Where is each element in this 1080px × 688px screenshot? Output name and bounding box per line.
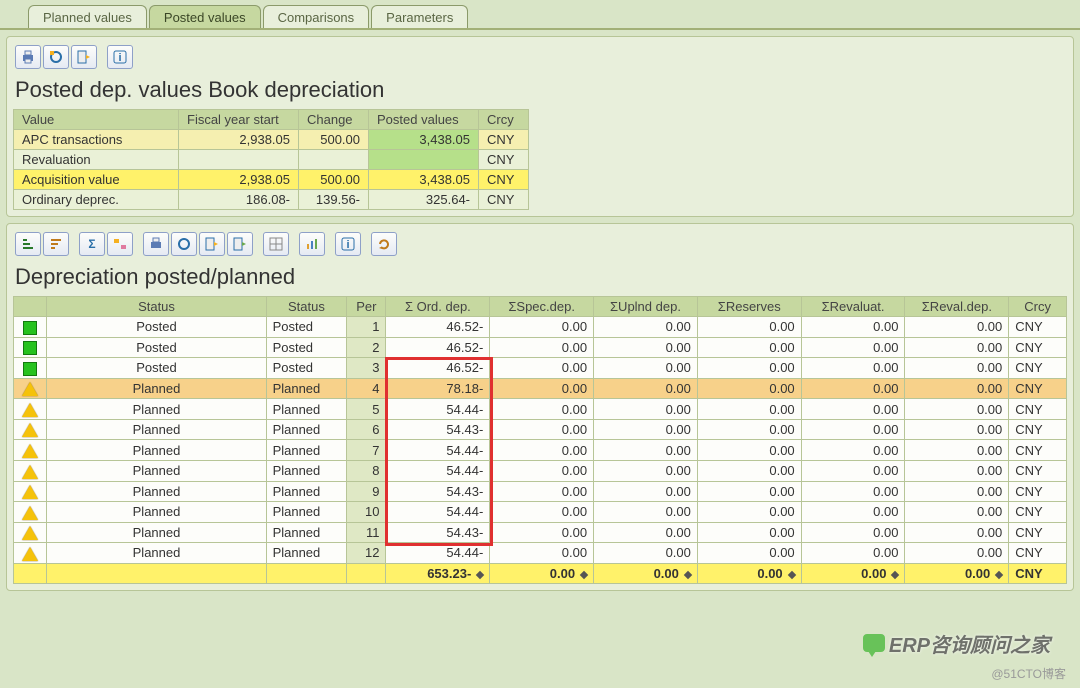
table-row[interactable]: PostedPosted246.52-0.000.000.000.000.00C… (14, 337, 1067, 358)
posted-values-panel: i Posted dep. values Book depreciation V… (6, 36, 1074, 217)
table-row[interactable]: PlannedPlanned754.44-0.000.000.000.000.0… (14, 440, 1067, 461)
col-header[interactable]: ΣSpec.dep. (490, 297, 594, 317)
col-posted[interactable]: Posted values (369, 110, 479, 130)
table-row[interactable]: Acquisition value2,938.05500.003,438.05C… (14, 170, 529, 190)
planned-status-icon (22, 506, 38, 520)
planned-status-icon (22, 423, 38, 437)
col-header[interactable]: Σ Ord. dep. (386, 297, 490, 317)
top-title: Posted dep. values Book depreciation (15, 77, 1065, 103)
col-change[interactable]: Change (299, 110, 369, 130)
dep-title: Depreciation posted/planned (15, 264, 1065, 290)
planned-status-icon (22, 526, 38, 540)
sum-icon[interactable]: Σ (79, 232, 105, 256)
export3-icon[interactable] (227, 232, 253, 256)
subtotal-icon[interactable] (107, 232, 133, 256)
table-row[interactable]: PlannedPlanned1054.44-0.000.000.000.000.… (14, 502, 1067, 523)
col-header[interactable]: ΣReval.dep. (905, 297, 1009, 317)
col-header[interactable]: Crcy (1009, 297, 1067, 317)
col-header[interactable]: Status (266, 297, 347, 317)
tab-comparisons[interactable]: Comparisons (263, 5, 370, 28)
watermark-site: @51CTO博客 (991, 665, 1066, 682)
sort-desc-icon[interactable] (43, 232, 69, 256)
print-icon[interactable] (15, 45, 41, 69)
col-header[interactable] (14, 297, 47, 317)
dep-toolbar: Σ i (13, 228, 1067, 260)
preview-icon[interactable] (171, 232, 197, 256)
posted-status-icon (23, 341, 37, 355)
layout-icon[interactable] (263, 232, 289, 256)
posted-status-icon (23, 362, 37, 376)
table-row[interactable]: PostedPosted346.52-0.000.000.000.000.00C… (14, 358, 1067, 379)
col-fys[interactable]: Fiscal year start (179, 110, 299, 130)
table-row[interactable]: PlannedPlanned1254.44-0.000.000.000.000.… (14, 543, 1067, 564)
refresh-icon[interactable] (371, 232, 397, 256)
export2-icon[interactable] (199, 232, 225, 256)
table-row[interactable]: PlannedPlanned478.18-0.000.000.000.000.0… (14, 378, 1067, 399)
watermark-channel: ERP咨询顾问之家 (863, 629, 1050, 658)
chart-icon[interactable] (299, 232, 325, 256)
info2-icon[interactable]: i (335, 232, 361, 256)
col-value[interactable]: Value (14, 110, 179, 130)
tab-posted-values[interactable]: Posted values (149, 5, 261, 28)
col-header[interactable]: ΣRevaluat. (801, 297, 905, 317)
table-row[interactable]: PlannedPlanned554.44-0.000.000.000.000.0… (14, 399, 1067, 420)
depreciation-panel: Σ i Depreciation posted/planned StatusSt… (6, 223, 1074, 591)
table-row[interactable]: PlannedPlanned854.44-0.000.000.000.000.0… (14, 460, 1067, 481)
top-toolbar: i (13, 41, 1067, 73)
planned-status-icon (22, 547, 38, 561)
svg-text:Σ: Σ (88, 237, 95, 251)
info-icon[interactable]: i (107, 45, 133, 69)
table-row[interactable]: PlannedPlanned654.43-0.000.000.000.000.0… (14, 419, 1067, 440)
print2-icon[interactable] (143, 232, 169, 256)
total-row: 653.23-0.000.000.000.000.00CNY (14, 563, 1067, 583)
svg-text:i: i (118, 52, 121, 64)
svg-text:i: i (346, 239, 349, 251)
depreciation-table: StatusStatusPerΣ Ord. dep.ΣSpec.dep.ΣUpl… (13, 296, 1067, 584)
col-header[interactable]: ΣUplnd dep. (594, 297, 698, 317)
table-row[interactable]: APC transactions2,938.05500.003,438.05CN… (14, 130, 529, 150)
export-excel-icon[interactable] (71, 45, 97, 69)
col-header[interactable]: Status (47, 297, 266, 317)
planned-status-icon (22, 382, 38, 396)
planned-status-icon (22, 444, 38, 458)
sort-asc-icon[interactable] (15, 232, 41, 256)
export-preview-icon[interactable] (43, 45, 69, 69)
table-row[interactable]: RevaluationCNY (14, 150, 529, 170)
table-row[interactable]: Ordinary deprec.186.08-139.56-325.64-CNY (14, 190, 529, 210)
col-crcy[interactable]: Crcy (479, 110, 529, 130)
posted-status-icon (23, 321, 37, 335)
table-row[interactable]: PlannedPlanned954.43-0.000.000.000.000.0… (14, 481, 1067, 502)
col-header[interactable]: Per (347, 297, 386, 317)
planned-status-icon (22, 465, 38, 479)
table-row[interactable]: PlannedPlanned1154.43-0.000.000.000.000.… (14, 522, 1067, 543)
tabstrip: Planned values Posted values Comparisons… (0, 0, 1080, 30)
tab-parameters[interactable]: Parameters (371, 5, 468, 28)
planned-status-icon (22, 403, 38, 417)
col-header[interactable]: ΣReserves (697, 297, 801, 317)
planned-status-icon (22, 485, 38, 499)
tab-planned-values[interactable]: Planned values (28, 5, 147, 28)
values-table: Value Fiscal year start Change Posted va… (13, 109, 529, 210)
table-row[interactable]: PostedPosted146.52-0.000.000.000.000.00C… (14, 317, 1067, 338)
